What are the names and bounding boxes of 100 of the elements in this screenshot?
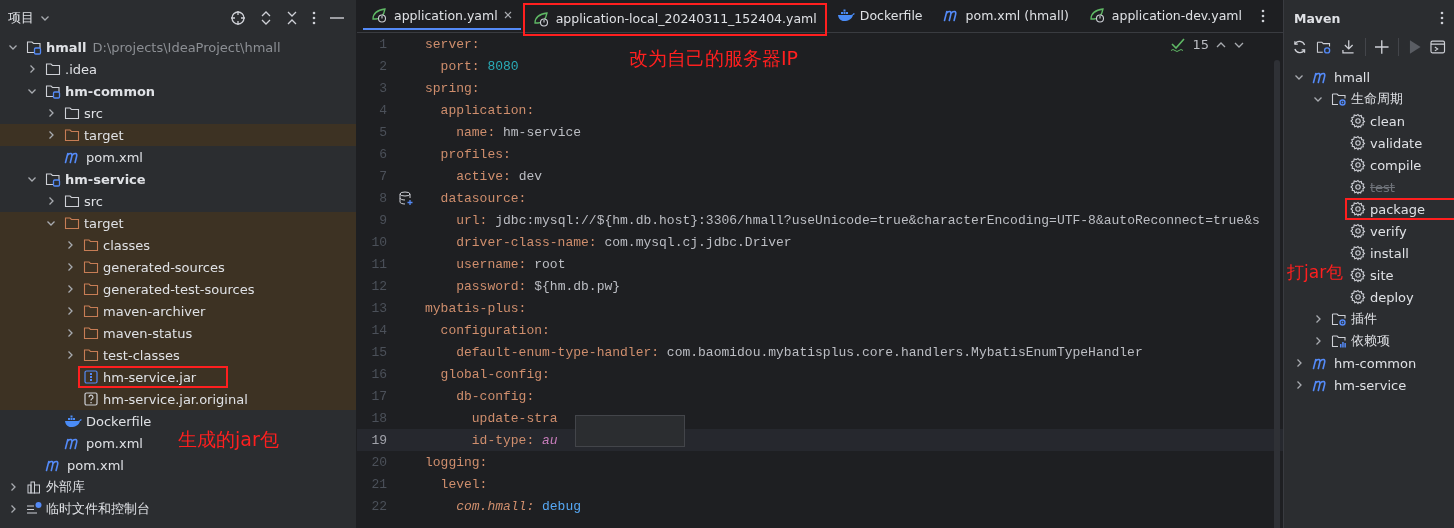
editor-tab[interactable]: application.yaml: [363, 2, 521, 30]
chevron-right-icon[interactable]: [65, 262, 75, 272]
config-folder-icon: [1331, 91, 1347, 107]
tree-item[interactable]: validate: [1345, 132, 1428, 154]
folder-icon: [64, 127, 80, 143]
chevron-down-icon[interactable]: [27, 86, 37, 96]
tree-item[interactable]: pom.xml: [59, 432, 148, 454]
code-line: profiles:: [439, 146, 511, 162]
code-line: name: hm-service: [455, 124, 582, 140]
annotation-text: 打jar包: [1287, 261, 1344, 284]
tree-item[interactable]: Dockerfile: [59, 410, 157, 432]
tree-item[interactable]: src: [59, 190, 108, 212]
terminal-icon[interactable]: [1430, 40, 1446, 54]
gear-icon: [1350, 201, 1366, 217]
inspection-count[interactable]: 15: [1192, 37, 1209, 52]
chevron-right-icon[interactable]: [65, 328, 75, 338]
tree-item[interactable]: package: [1345, 198, 1454, 220]
scratch-list-icon: [26, 501, 42, 517]
tree-item[interactable]: hmall D:\projects\IdeaProject\hmall: [21, 36, 286, 58]
kebab-menu-icon[interactable]: [1261, 8, 1265, 24]
chevron-right-icon[interactable]: [8, 482, 18, 492]
tree-item[interactable]: hm-service: [40, 168, 151, 190]
gear-icon: [1350, 267, 1366, 283]
gear-icon: [1350, 113, 1366, 129]
tree-item[interactable]: generated-test-sources: [78, 278, 260, 300]
chevron-right-icon[interactable]: [1313, 336, 1323, 346]
kebab-menu-icon[interactable]: [312, 10, 316, 26]
chevron-right-icon[interactable]: [65, 284, 75, 294]
download-icon[interactable]: [1340, 39, 1357, 55]
chevron-down-icon[interactable]: [27, 174, 37, 184]
tree-item[interactable]: maven-status: [78, 322, 198, 344]
tree-item[interactable]: test-classes: [78, 344, 185, 366]
tree-item[interactable]: 生命周期: [1326, 87, 1408, 111]
editor-tab[interactable]: Dockerfile: [828, 2, 931, 30]
chevron-right-icon[interactable]: [65, 240, 75, 250]
tree-item[interactable]: pom.xml: [40, 454, 129, 476]
leaf-power-icon: [371, 7, 389, 23]
chevron-right-icon[interactable]: [1313, 314, 1323, 324]
tree-item[interactable]: src: [59, 102, 108, 124]
plus-icon[interactable]: [1375, 40, 1389, 54]
chevron-down-icon[interactable]: [46, 218, 56, 228]
chevron-right-icon[interactable]: [1294, 380, 1304, 390]
code-line: spring:: [425, 80, 480, 96]
refresh-icon[interactable]: [1292, 39, 1308, 55]
tree-item[interactable]: 临时文件和控制台: [21, 497, 155, 521]
code-line: password: ${hm.db.pw}: [455, 278, 621, 294]
check-icon[interactable]: [1170, 37, 1187, 52]
module-folder-icon: [45, 171, 61, 187]
chevron-right-icon[interactable]: [46, 108, 56, 118]
gear-icon: [1350, 289, 1366, 305]
tree-item[interactable]: target: [59, 212, 129, 234]
tree-item[interactable]: install: [1345, 242, 1414, 264]
tree-item[interactable]: hm-common: [1307, 352, 1422, 374]
tree-item[interactable]: compile: [1345, 154, 1427, 176]
tree-item[interactable]: pom.xml: [59, 146, 148, 168]
chevron-right-icon[interactable]: [46, 196, 56, 206]
tree-item[interactable]: hm-service.jar.original: [78, 388, 253, 410]
tree-item[interactable]: deploy: [1345, 286, 1419, 308]
tree-item[interactable]: generated-sources: [78, 256, 230, 278]
chevron-down-icon[interactable]: [1294, 72, 1304, 82]
chevron-down-icon[interactable]: [40, 13, 50, 23]
tree-item[interactable]: verify: [1345, 220, 1412, 242]
close-icon[interactable]: [502, 10, 513, 20]
tree-item[interactable]: hmall: [1307, 66, 1376, 88]
chevron-right-icon[interactable]: [8, 504, 18, 514]
tree-item[interactable]: clean: [1345, 110, 1410, 132]
chevron-right-icon[interactable]: [46, 130, 56, 140]
chevron-right-icon[interactable]: [1294, 358, 1304, 368]
kebab-menu-icon[interactable]: [1440, 10, 1444, 26]
tree-item[interactable]: hm-service: [1307, 374, 1412, 396]
tree-item[interactable]: target: [59, 124, 129, 146]
code-line: port: 8080: [439, 58, 519, 74]
editor-tab[interactable]: application-dev.yaml: [1080, 2, 1250, 30]
tree-item[interactable]: site: [1345, 264, 1399, 286]
tree-item[interactable]: 插件: [1326, 307, 1382, 331]
minimize-icon[interactable]: [330, 16, 344, 20]
tree-item[interactable]: .idea: [40, 58, 102, 80]
crosshair-icon[interactable]: [230, 10, 246, 26]
tree-item[interactable]: 外部库: [21, 475, 90, 499]
expand-all-icon[interactable]: [260, 10, 272, 26]
editor-tab[interactable]: pom.xml (hmall): [934, 2, 1077, 30]
folder-icon: [83, 259, 99, 275]
editor-tab[interactable]: application-local_20240311_152404.yaml: [524, 5, 825, 34]
chevron-down-icon[interactable]: [8, 42, 18, 52]
tree-item[interactable]: maven-archiver: [78, 300, 211, 322]
tree-item[interactable]: 依赖项: [1326, 329, 1395, 353]
gear-icon: [1350, 245, 1366, 261]
chevron-down-icon[interactable]: [1313, 94, 1323, 104]
chevron-right-icon[interactable]: [27, 64, 37, 74]
tree-item[interactable]: hm-common: [40, 80, 161, 102]
collapse-all-icon[interactable]: [286, 10, 298, 26]
line-number: 19: [370, 432, 387, 448]
tree-item[interactable]: hm-service.jar: [78, 366, 229, 388]
chevron-right-icon[interactable]: [65, 306, 75, 316]
panel-title[interactable]: 项目: [8, 9, 34, 27]
database-icon[interactable]: [399, 191, 413, 205]
chevron-right-icon[interactable]: [65, 350, 75, 360]
folder-sync-icon[interactable]: [1316, 39, 1332, 55]
tree-item[interactable]: classes: [78, 234, 156, 256]
code-line: active: dev: [455, 168, 543, 184]
